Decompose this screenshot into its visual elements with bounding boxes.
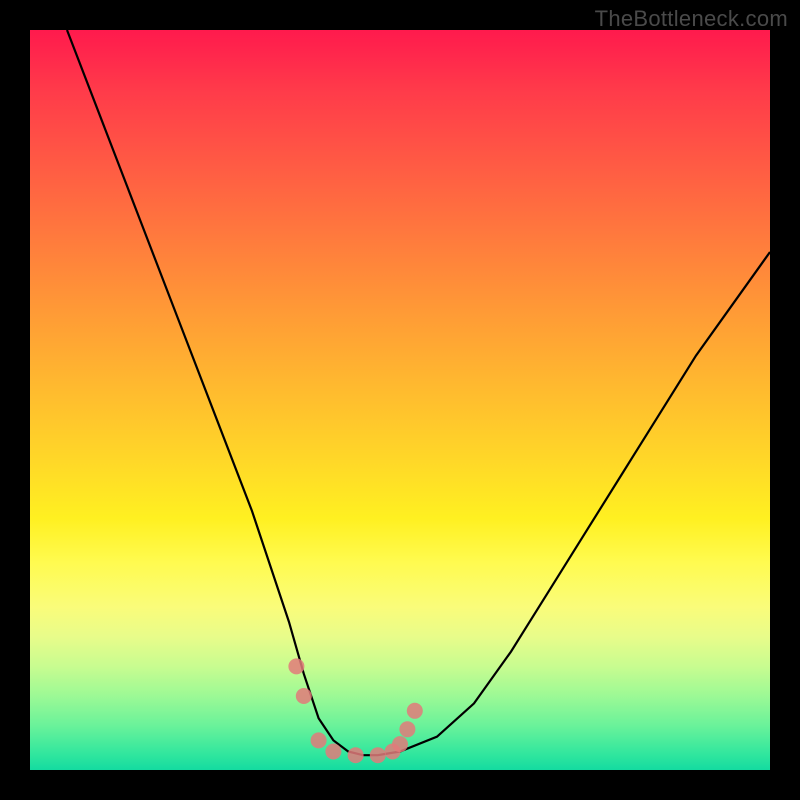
highlight-dot — [399, 721, 415, 737]
curve-svg — [30, 30, 770, 770]
highlight-dot — [311, 732, 327, 748]
bottleneck-curve-path — [67, 30, 770, 755]
chart-frame: TheBottleneck.com — [0, 0, 800, 800]
highlight-dot — [407, 703, 423, 719]
highlight-dot — [348, 747, 364, 763]
highlight-dot — [370, 747, 386, 763]
watermark-text: TheBottleneck.com — [595, 6, 788, 32]
highlight-dot — [288, 658, 304, 674]
highlight-dot — [392, 736, 408, 752]
highlight-dot — [296, 688, 312, 704]
plot-area — [30, 30, 770, 770]
pink-dots-group — [288, 658, 422, 763]
highlight-dot — [325, 744, 341, 760]
